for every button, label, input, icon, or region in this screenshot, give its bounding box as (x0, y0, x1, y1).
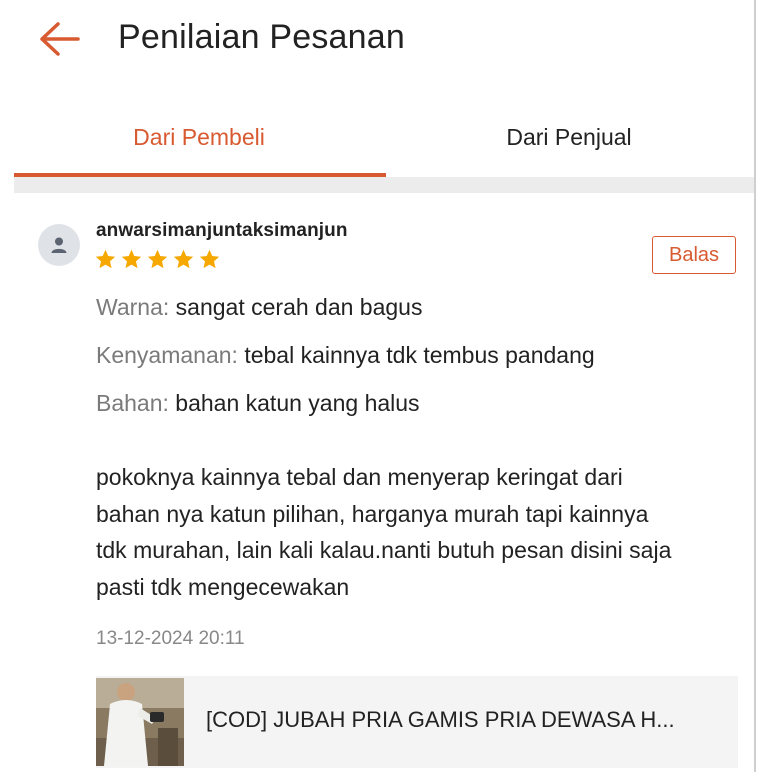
star-rating (94, 248, 221, 271)
page-title: Penilaian Pesanan (118, 18, 405, 56)
user-icon (51, 237, 67, 253)
star-icon (95, 249, 116, 269)
comment-line: pasti tdk mengecewakan (96, 573, 350, 600)
tab-from-seller[interactable]: Dari Penjual (384, 100, 754, 174)
star-icon (173, 249, 194, 269)
attribute-label: Kenyamanan: (96, 342, 238, 368)
review-date: 13-12-2024 20:11 (96, 628, 245, 649)
review-comment: pokoknya kainnya tebal dan menyerap keri… (96, 459, 746, 605)
avatar[interactable] (38, 224, 80, 266)
section-divider (14, 177, 754, 193)
attribute-value: bahan katun yang halus (168, 390, 420, 416)
back-button[interactable] (34, 16, 84, 62)
reply-button[interactable]: Balas (652, 236, 736, 274)
product-thumbnail (96, 678, 184, 766)
tab-from-buyer[interactable]: Dari Pembeli (14, 100, 384, 174)
comment-line: pokoknya kainnya tebal dan menyerap keri… (96, 464, 623, 490)
tab-bar: Dari Pembeli Dari Penjual (14, 100, 754, 178)
attribute-value: tebal kainnya tdk tembus pandang (237, 342, 595, 368)
attribute-label: Warna: (96, 294, 170, 320)
comment-line: bahan nya katun pilihan, harganya murah … (96, 500, 649, 527)
product-name: [COD] JUBAH PRIA GAMIS PRIA DEWASA H... (206, 707, 675, 732)
reviewer-username: anwarsimanjuntaksimanjun (96, 220, 348, 241)
star-icon (199, 249, 220, 269)
attribute-comfort: Kenyamanan: tebal kainnya tdk tembus pan… (96, 342, 595, 369)
star-icon (121, 249, 142, 269)
header-bar: Penilaian Pesanan (0, 0, 754, 76)
attribute-material: Bahan: bahan katun yang halus (96, 390, 420, 417)
attribute-label: Bahan: (96, 390, 169, 416)
right-edge-border (754, 0, 756, 772)
attribute-color: Warna: sangat cerah dan bagus (96, 294, 422, 321)
product-card[interactable]: [COD] JUBAH PRIA GAMIS PRIA DEWASA H... (96, 676, 738, 768)
attribute-value: sangat cerah dan bagus (169, 294, 423, 320)
arrow-left-icon (40, 22, 80, 56)
comment-line: tdk murahan, lain kali kalau.nanti butuh… (96, 537, 672, 563)
star-icon (147, 249, 168, 269)
